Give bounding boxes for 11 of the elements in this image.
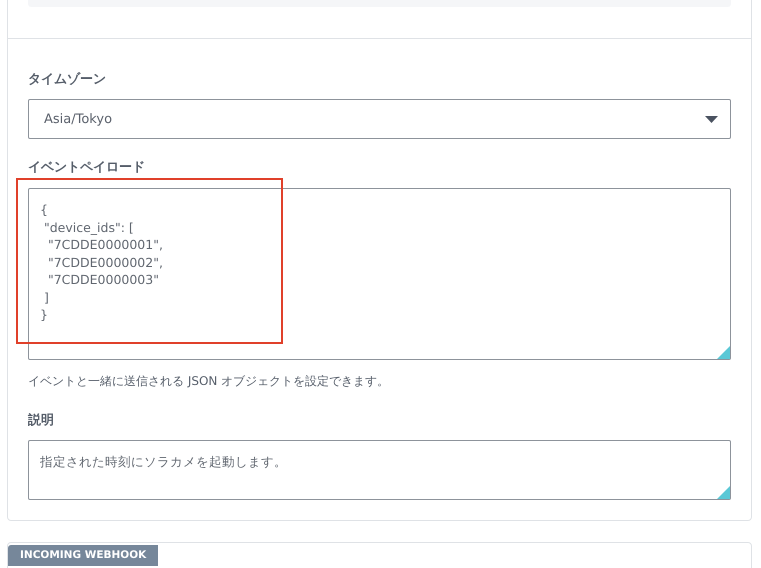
caret-icon: [705, 116, 718, 122]
section-badge: INCOMING WEBHOOK: [8, 545, 158, 566]
description-field[interactable]: 指定された時刻にソラカメを起動します。: [28, 440, 731, 500]
field-label: タイムゾーン: [28, 71, 106, 89]
help-text: イベントと一緒に送信される JSON オブジェクトを設定できます。: [28, 373, 390, 390]
payload-field[interactable]: { "device_ids": [ "7CDDE0000001", "7CDDE0000002", "7CDDE0000003" ] }: [28, 188, 731, 360]
timezone-select[interactable]: Asia/Tokyo: [28, 99, 731, 139]
field-label: 説明: [28, 412, 54, 430]
resize-handle-icon[interactable]: [717, 346, 730, 359]
field-label: イベントペイロード: [28, 159, 145, 177]
resize-handle-icon[interactable]: [717, 486, 730, 499]
